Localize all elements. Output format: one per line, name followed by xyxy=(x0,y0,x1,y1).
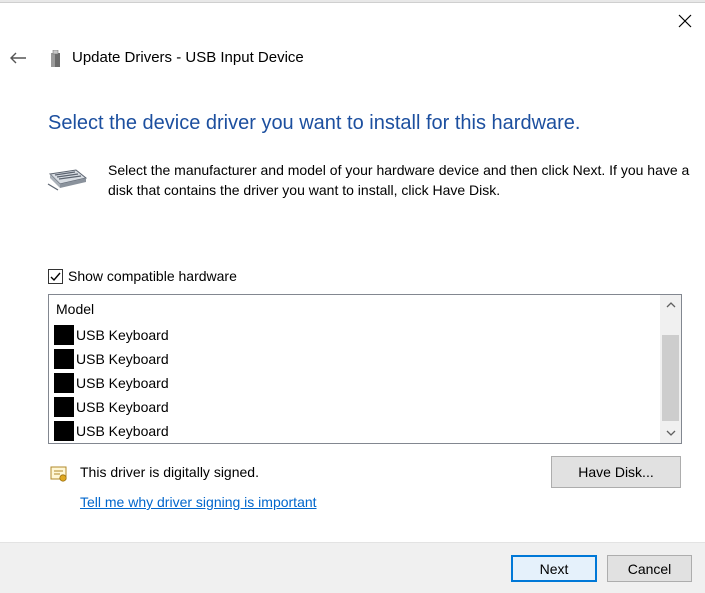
checkbox-box[interactable] xyxy=(48,268,63,284)
close-icon xyxy=(678,14,692,28)
keyboard-icon xyxy=(54,325,74,345)
driver-signing-link[interactable]: Tell me why driver signing is important xyxy=(80,494,317,510)
checkmark-icon xyxy=(50,272,61,281)
model-column-header: Model xyxy=(56,301,95,317)
model-list-item[interactable]: USB Keyboard xyxy=(54,395,169,419)
model-list-item[interactable]: USB Keyboard xyxy=(54,419,169,443)
chevron-down-icon xyxy=(666,430,675,436)
have-disk-button[interactable]: Have Disk... xyxy=(551,456,681,488)
back-button[interactable] xyxy=(5,46,31,70)
model-list-item[interactable]: USB Keyboard xyxy=(54,347,169,371)
model-label: USB Keyboard xyxy=(76,327,169,343)
back-arrow-icon xyxy=(10,52,26,64)
window-top-edge xyxy=(0,0,705,3)
model-list[interactable]: Model USB Keyboard USB Keyboard USB Keyb… xyxy=(48,294,682,444)
close-button[interactable] xyxy=(666,6,704,36)
keyboard-icon xyxy=(54,349,74,369)
keyboard-icon xyxy=(54,421,74,441)
keyboard-icon xyxy=(54,373,74,393)
scroll-down-button[interactable] xyxy=(660,423,681,443)
show-compatible-hardware-checkbox[interactable]: Show compatible hardware xyxy=(48,267,237,285)
certificate-icon xyxy=(50,466,67,482)
driver-signed-text: This driver is digitally signed. xyxy=(80,464,259,480)
model-label: USB Keyboard xyxy=(76,399,169,415)
hardware-device-icon xyxy=(47,169,88,191)
model-list-item[interactable]: USB Keyboard xyxy=(54,323,169,347)
keyboard-icon xyxy=(54,397,74,417)
vertical-scrollbar[interactable] xyxy=(660,295,681,443)
instruction-text: Select the manufacturer and model of you… xyxy=(108,162,690,198)
usb-device-icon xyxy=(51,50,60,67)
model-label: USB Keyboard xyxy=(76,351,169,367)
next-button[interactable]: Next xyxy=(511,555,597,582)
chevron-up-icon xyxy=(666,302,675,308)
checkbox-label: Show compatible hardware xyxy=(68,268,237,284)
model-list-item[interactable]: USB Keyboard xyxy=(54,371,169,395)
cancel-button[interactable]: Cancel xyxy=(607,555,692,582)
model-label: USB Keyboard xyxy=(76,423,169,439)
scroll-thumb[interactable] xyxy=(662,335,679,421)
window-title: Update Drivers - USB Input Device xyxy=(72,49,304,66)
model-label: USB Keyboard xyxy=(76,375,169,391)
dialog-footer: Next Cancel xyxy=(0,542,705,593)
page-heading: Select the device driver you want to ins… xyxy=(48,112,581,134)
scroll-up-button[interactable] xyxy=(660,295,681,315)
